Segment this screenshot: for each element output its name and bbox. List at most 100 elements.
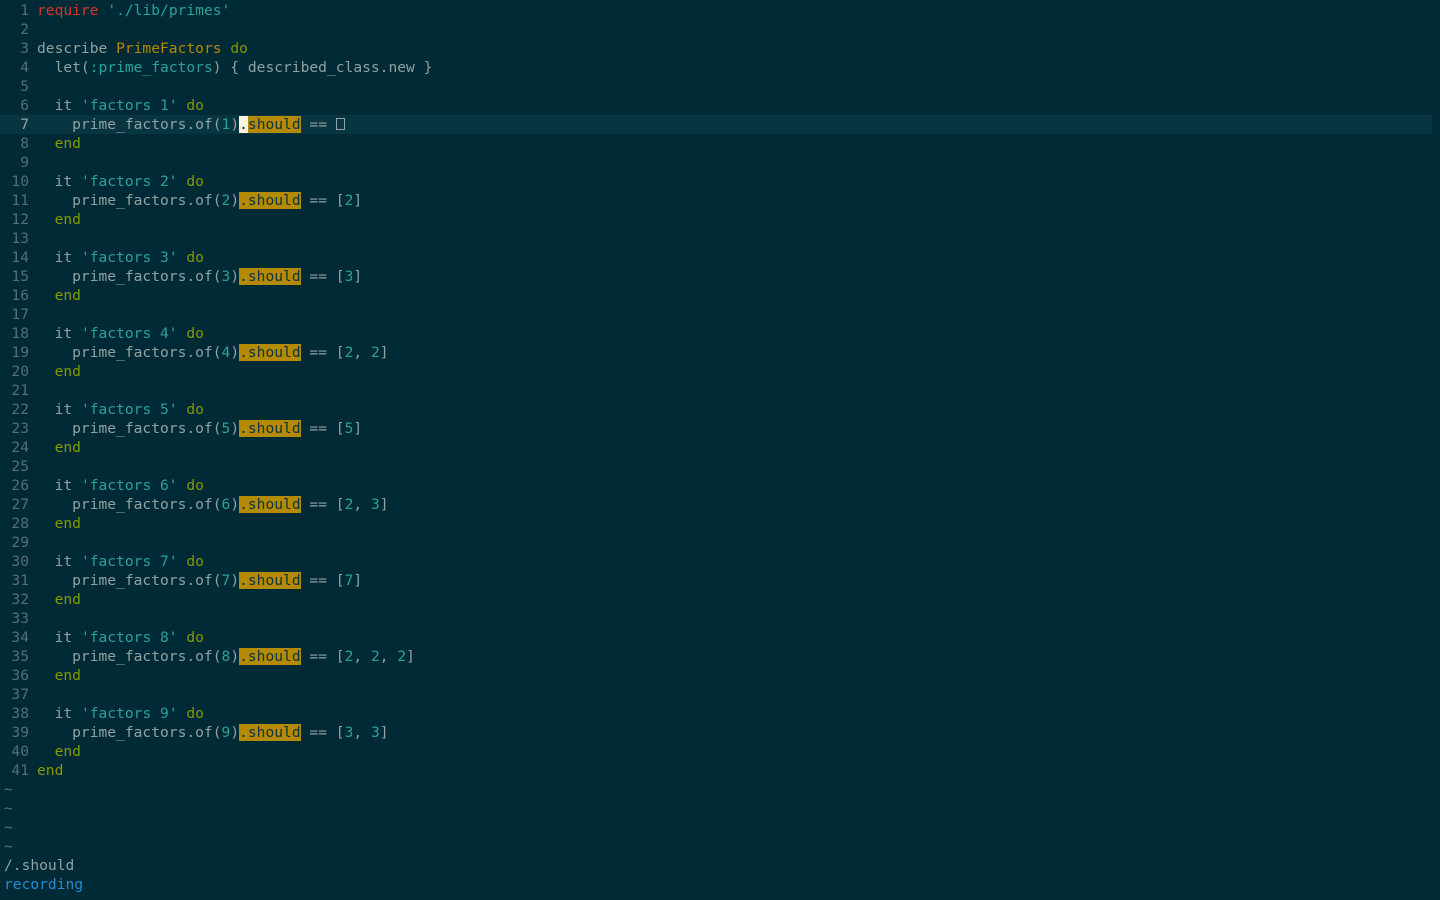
code-line[interactable]: 34 it 'factors 8' do xyxy=(0,628,1432,647)
code-line[interactable]: 30 it 'factors 7' do xyxy=(0,552,1432,571)
code-line[interactable]: 31 prime_factors.of(7).should == [7] xyxy=(0,571,1432,590)
line-number: 7 xyxy=(20,116,29,133)
code-line[interactable]: 16 end xyxy=(0,286,1432,305)
code-line[interactable]: 12 end xyxy=(0,210,1432,229)
code-line[interactable]: 17 xyxy=(0,305,1432,324)
line-text: it 'factors 7' do xyxy=(37,553,204,570)
code-token: end xyxy=(37,135,81,152)
code-line[interactable]: 29 xyxy=(0,533,1432,552)
line-number: 12 xyxy=(11,211,29,228)
code-line[interactable]: 11 prime_factors.of(2).should == [2] xyxy=(0,191,1432,210)
code-token: prime_factors.of( xyxy=(37,344,222,361)
code-line[interactable]: 20 end xyxy=(0,362,1432,381)
code-line[interactable]: 32 end xyxy=(0,590,1432,609)
code-token: 'factors 9' xyxy=(80,705,178,722)
line-number: 3 xyxy=(20,40,29,57)
code-line[interactable]: 18 it 'factors 4' do xyxy=(0,324,1432,343)
code-token: == [ xyxy=(300,648,345,665)
code-line[interactable]: 35 prime_factors.of(8).should == [2, 2, … xyxy=(0,647,1432,666)
search-match-highlight: .should xyxy=(239,648,301,665)
code-line-current[interactable]: 7 prime_factors.of(1).should == xyxy=(0,115,1432,134)
code-line[interactable]: 6 it 'factors 1' do xyxy=(0,96,1432,115)
code-token: ) xyxy=(230,724,240,741)
code-line[interactable]: 9 xyxy=(0,153,1432,172)
code-line[interactable]: 4 let(:prime_factors) { described_class.… xyxy=(0,58,1432,77)
line-number: 5 xyxy=(20,78,29,95)
code-token: 'factors 6' xyxy=(80,477,178,494)
code-line[interactable]: 36 end xyxy=(0,666,1432,685)
line-number: 30 xyxy=(11,553,29,570)
code-token: ) xyxy=(230,268,240,285)
code-line[interactable]: 37 xyxy=(0,685,1432,704)
code-line[interactable]: 8 end xyxy=(0,134,1432,153)
code-line[interactable]: 38 it 'factors 9' do xyxy=(0,704,1432,723)
code-token: ) xyxy=(230,116,240,133)
line-text: it 'factors 5' do xyxy=(37,401,204,418)
empty-array-box xyxy=(335,118,345,130)
code-token: end xyxy=(37,667,81,684)
code-line[interactable]: 14 it 'factors 3' do xyxy=(0,248,1432,267)
code-token: 2 xyxy=(370,648,380,665)
search-match-highlight: .should xyxy=(239,344,301,361)
line-text: it 'factors 8' do xyxy=(37,629,204,646)
code-token: , xyxy=(353,648,371,665)
code-token: , xyxy=(353,344,371,361)
line-number: 2 xyxy=(20,21,29,38)
code-line[interactable]: 27 prime_factors.of(6).should == [2, 3] xyxy=(0,495,1432,514)
vim-editor[interactable]: 1 require './lib/primes' 2 3 describe PrimeF… xyxy=(0,0,1440,900)
code-token: it xyxy=(37,629,81,646)
code-token: ) xyxy=(230,344,240,361)
code-token: end xyxy=(37,515,81,532)
code-line[interactable]: 33 xyxy=(0,609,1432,628)
code-token: == [ xyxy=(300,572,345,589)
code-token: end xyxy=(37,363,81,380)
code-line[interactable]: 15 prime_factors.of(3).should == [3] xyxy=(0,267,1432,286)
code-line[interactable]: 13 xyxy=(0,229,1432,248)
code-token: 7 xyxy=(221,572,231,589)
code-token: ] xyxy=(379,724,389,741)
code-line[interactable]: 39 prime_factors.of(9).should == [3, 3] xyxy=(0,723,1432,742)
line-number: 18 xyxy=(11,325,29,342)
command-line[interactable]: /.should xyxy=(4,856,74,875)
code-line[interactable]: 40 end xyxy=(0,742,1432,761)
code-line[interactable]: 5 xyxy=(0,77,1432,96)
search-match-highlight: .should xyxy=(239,496,301,513)
code-line[interactable]: 41 end xyxy=(0,761,1432,780)
code-line[interactable]: 19 prime_factors.of(4).should == [2, 2] xyxy=(0,343,1432,362)
code-line[interactable]: 25 xyxy=(0,457,1432,476)
code-line[interactable]: 22 it 'factors 5' do xyxy=(0,400,1432,419)
line-number: 17 xyxy=(11,306,29,323)
code-token: 'factors 7' xyxy=(80,553,178,570)
empty-buffer-lines: ~ ~ ~ ~ xyxy=(0,780,13,856)
code-line[interactable]: 26 it 'factors 6' do xyxy=(0,476,1432,495)
code-token: ) xyxy=(230,496,240,513)
code-token: ) xyxy=(230,572,240,589)
code-token: end xyxy=(37,591,81,608)
code-token: do xyxy=(186,173,204,190)
code-token: it xyxy=(37,97,81,114)
code-line[interactable]: 23 prime_factors.of(5).should == [5] xyxy=(0,419,1432,438)
code-token: 8 xyxy=(221,648,231,665)
line-text: prime_factors.of(6).should == [2, 3] xyxy=(37,496,389,513)
code-token: 'factors 4' xyxy=(80,325,178,342)
line-text: it 'factors 3' do xyxy=(37,249,204,266)
text-cursor: . xyxy=(239,116,248,133)
code-line[interactable]: 3 describe PrimeFactors do xyxy=(0,39,1432,58)
tilde-marker: ~ xyxy=(4,838,13,855)
code-line[interactable]: 21 xyxy=(0,381,1432,400)
line-number: 29 xyxy=(11,534,29,551)
code-line[interactable]: 28 end xyxy=(0,514,1432,533)
code-token: 3 xyxy=(370,724,380,741)
code-buffer[interactable]: 1 require './lib/primes' 2 3 describe PrimeF… xyxy=(0,1,1432,780)
code-line[interactable]: 24 end xyxy=(0,438,1432,457)
line-number: 23 xyxy=(11,420,29,437)
line-number: 38 xyxy=(11,705,29,722)
code-token: do xyxy=(186,325,204,342)
line-number: 33 xyxy=(11,610,29,627)
code-line[interactable]: 10 it 'factors 2' do xyxy=(0,172,1432,191)
code-line[interactable]: 2 xyxy=(0,20,1432,39)
line-text: end xyxy=(37,135,81,152)
code-line[interactable]: 1 require './lib/primes' xyxy=(0,1,1432,20)
code-token: prime_factors.of( xyxy=(37,572,222,589)
